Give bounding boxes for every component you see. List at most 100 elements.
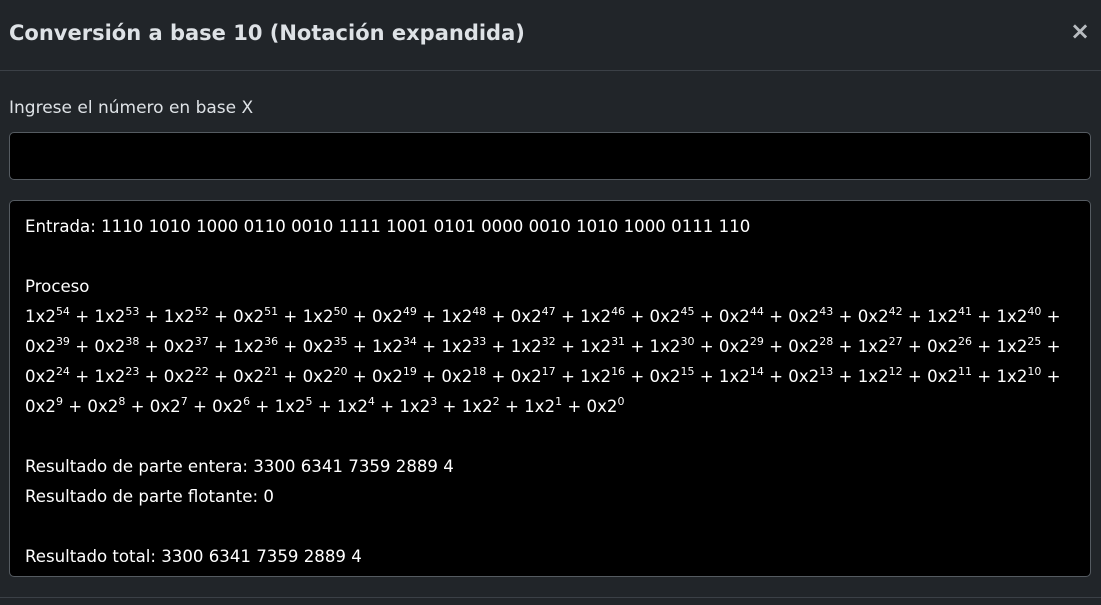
term-exponent: 40 xyxy=(1027,305,1042,318)
expansion-term: 1x252 xyxy=(163,305,209,326)
term-exponent: 49 xyxy=(402,305,417,318)
expansion-term: 0x28 xyxy=(87,395,126,416)
close-icon: × xyxy=(1069,17,1091,45)
expansion-term: 1x253 xyxy=(94,305,140,326)
expansion-term: 0x27 xyxy=(149,395,188,416)
term-exponent: 45 xyxy=(680,305,695,318)
expansion-term: 0x247 xyxy=(510,305,556,326)
resultado-entera-label: Resultado de parte entera: xyxy=(25,457,248,476)
term-exponent: 36 xyxy=(264,335,279,348)
expansion-term: 0x235 xyxy=(302,335,348,356)
proceso-label: Proceso xyxy=(25,277,90,296)
term-exponent: 22 xyxy=(194,365,209,378)
expansion-term: 0x229 xyxy=(718,335,764,356)
expansion-term: 1x212 xyxy=(857,365,903,386)
term-exponent: 18 xyxy=(472,365,487,378)
conversion-modal: Conversión a base 10 (Notación expandida… xyxy=(0,0,1101,605)
term-exponent: 30 xyxy=(680,335,695,348)
expansion-term: 0x213 xyxy=(788,365,834,386)
expansion-term: 1x246 xyxy=(580,305,626,326)
term-exponent: 53 xyxy=(125,305,140,318)
term-exponent: 19 xyxy=(402,365,417,378)
term-exponent: 14 xyxy=(749,365,764,378)
expansion-term: 1x250 xyxy=(302,305,348,326)
term-exponent: 17 xyxy=(541,365,556,378)
term-exponent: 16 xyxy=(611,365,626,378)
expansion-term: 1x241 xyxy=(927,305,973,326)
expansion-term: 0x243 xyxy=(788,305,834,326)
term-exponent: 8 xyxy=(118,395,126,408)
expansion-term: 1x216 xyxy=(580,365,626,386)
resultado-total-label: Resultado total: xyxy=(25,547,156,566)
term-exponent: 37 xyxy=(194,335,209,348)
expansion-term: 1x23 xyxy=(399,395,438,416)
expansion-term: 0x29 xyxy=(25,395,63,416)
term-exponent: 12 xyxy=(888,365,903,378)
term-exponent: 31 xyxy=(611,335,626,348)
term-exponent: 29 xyxy=(749,335,764,348)
expansion-term: 0x26 xyxy=(212,395,251,416)
term-exponent: 34 xyxy=(402,335,417,348)
expansion-term: 0x222 xyxy=(163,365,209,386)
term-exponent: 15 xyxy=(680,365,695,378)
term-exponent: 52 xyxy=(194,305,209,318)
expansion-term: 1x223 xyxy=(94,365,140,386)
term-exponent: 27 xyxy=(888,335,903,348)
term-exponent: 6 xyxy=(243,395,251,408)
term-exponent: 33 xyxy=(472,335,487,348)
expansion-term: 1x233 xyxy=(441,335,487,356)
proceso-expansion: 1x254 + 1x253 + 1x252 + 0x251 + 1x250 + … xyxy=(25,305,1061,416)
expansion-term: 0x211 xyxy=(927,365,973,386)
expansion-term: 1x248 xyxy=(441,305,487,326)
expansion-term: 0x239 xyxy=(25,335,70,356)
term-exponent: 13 xyxy=(819,365,834,378)
term-exponent: 50 xyxy=(333,305,348,318)
term-exponent: 2 xyxy=(492,395,500,408)
expansion-term: 1x214 xyxy=(718,365,764,386)
term-exponent: 20 xyxy=(333,365,348,378)
term-exponent: 21 xyxy=(264,365,279,378)
close-button[interactable]: × xyxy=(1069,18,1091,44)
term-exponent: 3 xyxy=(430,395,438,408)
expansion-term: 1x225 xyxy=(996,335,1042,356)
term-exponent: 5 xyxy=(305,395,313,408)
term-exponent: 9 xyxy=(55,395,63,408)
expansion-term: 0x237 xyxy=(163,335,209,356)
result-output: Entrada: 1110 1010 1000 0110 0010 1111 1… xyxy=(9,200,1091,577)
entrada-value: 1110 1010 1000 0110 0010 1111 1001 0101 … xyxy=(101,217,751,236)
expansion-term: 1x21 xyxy=(524,395,563,416)
term-exponent: 1 xyxy=(555,395,563,408)
expansion-term: 1x254 xyxy=(25,305,70,326)
expansion-term: 1x227 xyxy=(857,335,903,356)
expansion-term: 1x231 xyxy=(580,335,626,356)
resultado-total-line: Resultado total: 3300 6341 7359 2889 4 xyxy=(25,542,1075,572)
term-exponent: 39 xyxy=(55,335,70,348)
expansion-term: 0x238 xyxy=(94,335,140,356)
term-exponent: 11 xyxy=(958,365,973,378)
expansion-term: 0x251 xyxy=(233,305,279,326)
term-exponent: 54 xyxy=(55,305,70,318)
term-exponent: 10 xyxy=(1027,365,1042,378)
expansion-term: 1x24 xyxy=(336,395,375,416)
expansion-term: 0x219 xyxy=(371,365,417,386)
expansion-term: 0x220 xyxy=(302,365,348,386)
term-exponent: 46 xyxy=(611,305,626,318)
term-exponent: 41 xyxy=(958,305,973,318)
resultado-flotante-label: Resultado de parte flotante: xyxy=(25,487,259,506)
term-exponent: 44 xyxy=(749,305,764,318)
expansion-term: 0x226 xyxy=(927,335,973,356)
expansion-term: 1x236 xyxy=(233,335,279,356)
term-exponent: 0 xyxy=(617,395,625,408)
term-exponent: 25 xyxy=(1027,335,1042,348)
expansion-term: 1x234 xyxy=(371,335,417,356)
entrada-label: Entrada: xyxy=(25,217,96,236)
expansion-term: 0x249 xyxy=(371,305,417,326)
term-exponent: 7 xyxy=(180,395,188,408)
expansion-term: 0x242 xyxy=(857,305,903,326)
expansion-term: 0x245 xyxy=(649,305,695,326)
resultado-entera-value: 3300 6341 7359 2889 4 xyxy=(253,457,454,476)
number-input[interactable] xyxy=(9,132,1091,180)
expansion-term: 0x228 xyxy=(788,335,834,356)
